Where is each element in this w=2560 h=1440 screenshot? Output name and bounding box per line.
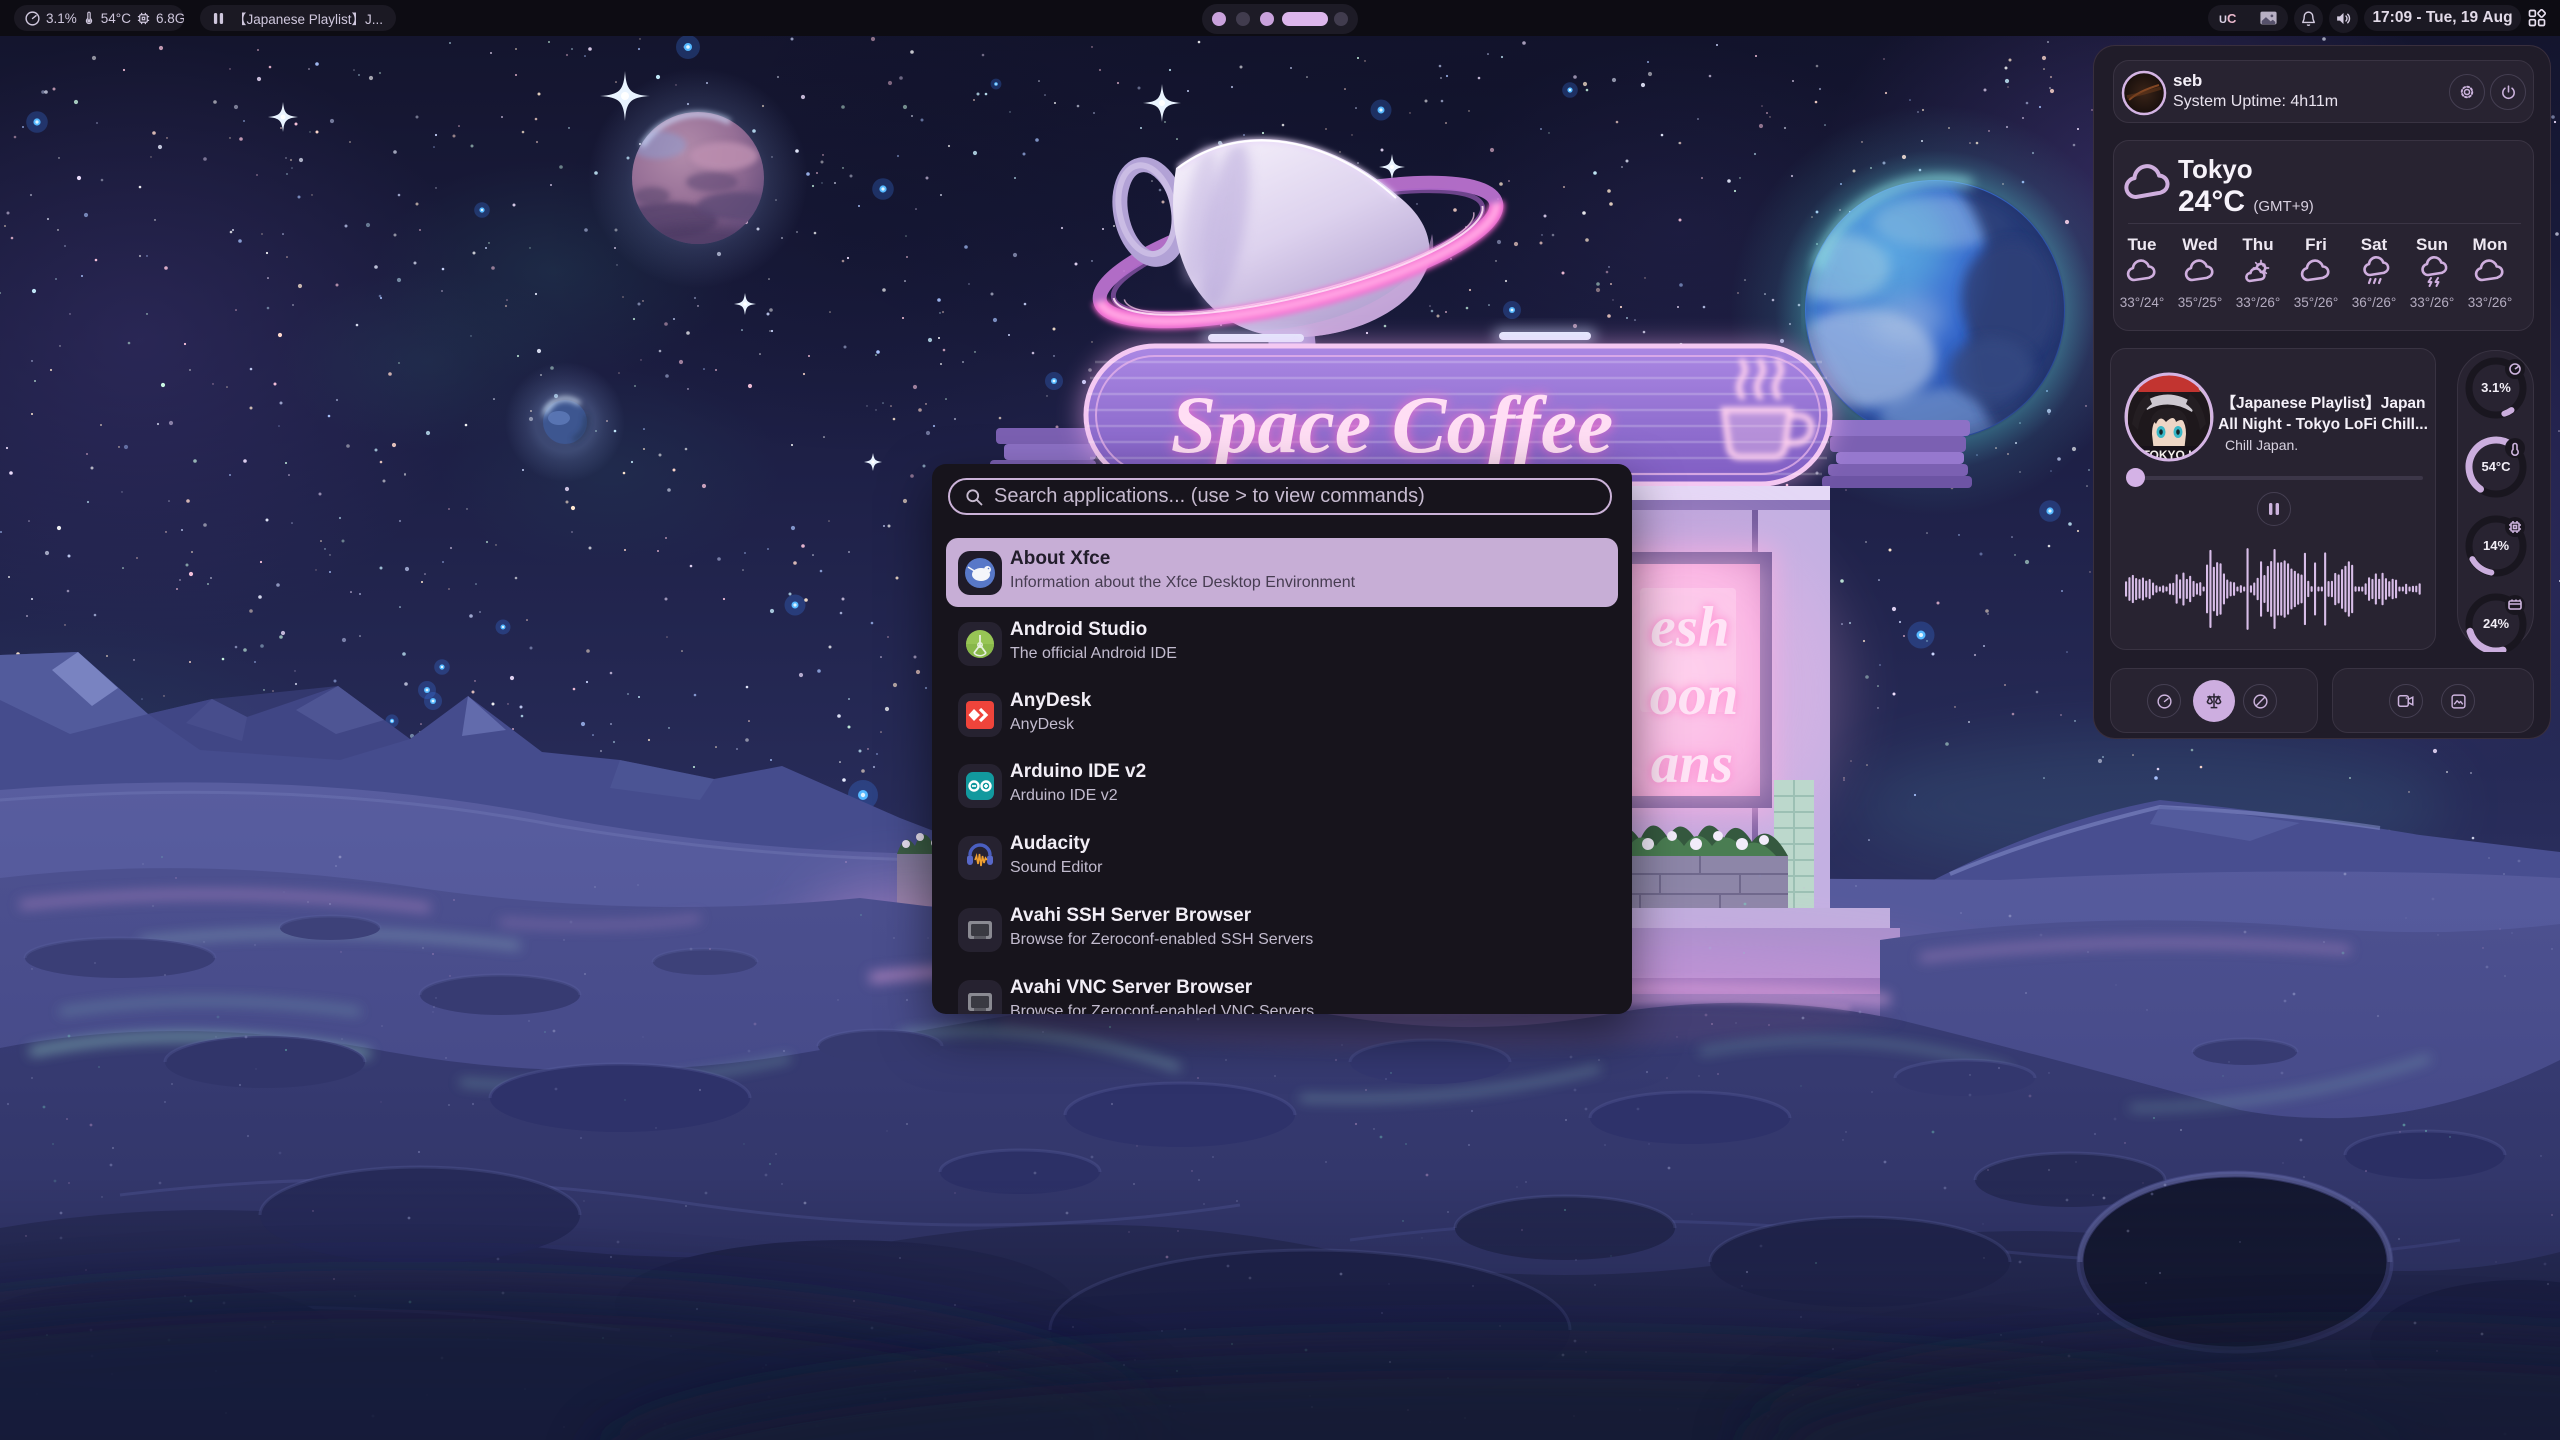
svg-text:3.1%: 3.1%	[2481, 380, 2511, 395]
svg-text:Fri: Fri	[2305, 235, 2327, 254]
svg-text:24%: 24%	[2483, 616, 2509, 631]
svg-text:35°/25°: 35°/25°	[2178, 295, 2223, 310]
svg-text:Tue: Tue	[2128, 235, 2157, 254]
svg-text:Mon: Mon	[2473, 235, 2508, 254]
svg-text:Thu: Thu	[2242, 235, 2273, 254]
svg-text:Sat: Sat	[2361, 235, 2388, 254]
svg-text:Wed: Wed	[2182, 235, 2218, 254]
svg-text:33°/24°: 33°/24°	[2120, 295, 2165, 310]
svg-text:36°/26°: 36°/26°	[2352, 295, 2397, 310]
svg-text:Sun: Sun	[2416, 235, 2448, 254]
svg-text:33°/26°: 33°/26°	[2410, 295, 2455, 310]
svg-text:33°/26°: 33°/26°	[2468, 295, 2513, 310]
svg-text:14%: 14%	[2483, 538, 2509, 553]
svg-text:54°C: 54°C	[2481, 459, 2511, 474]
svg-text:33°/26°: 33°/26°	[2236, 295, 2281, 310]
svg-text:Space Coffee: Space Coffee	[1171, 379, 1614, 470]
svg-text:35°/26°: 35°/26°	[2294, 295, 2339, 310]
